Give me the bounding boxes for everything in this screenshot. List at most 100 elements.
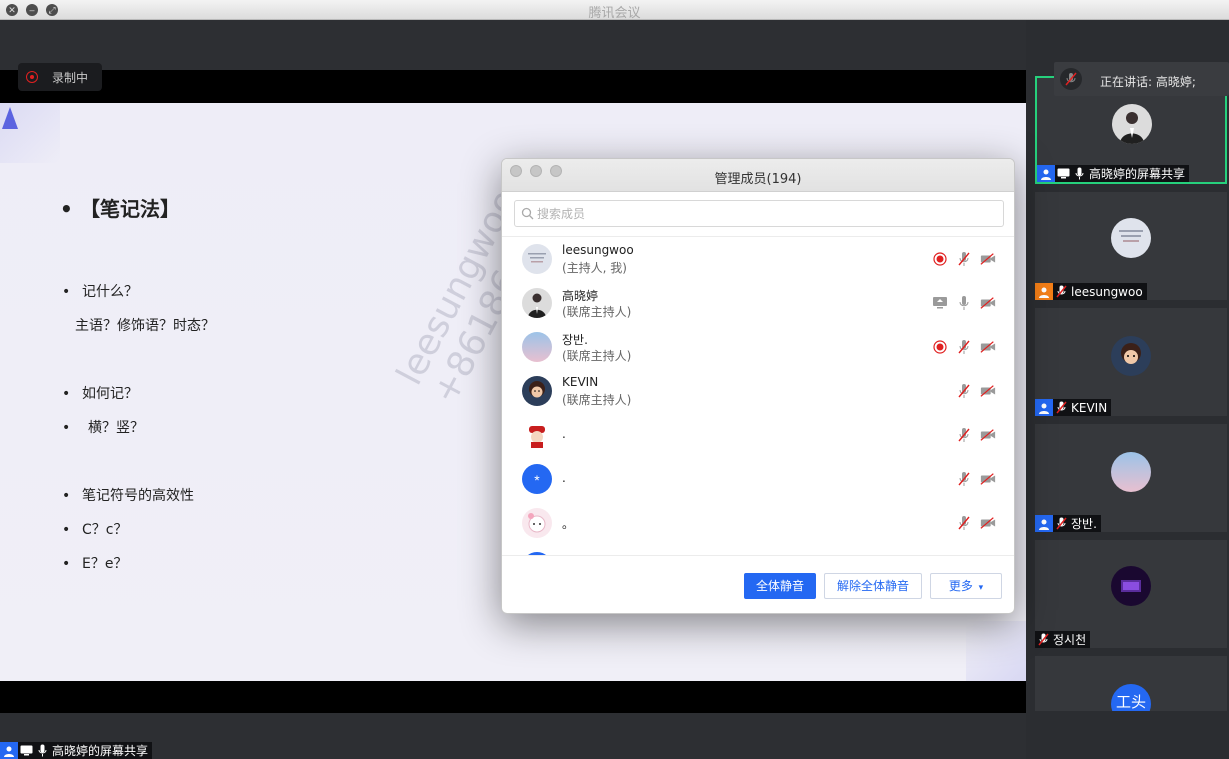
member-name: 장반. xyxy=(562,333,588,347)
participant-tile[interactable]: 工头 xyxy=(1035,656,1227,711)
dialog-title: 管理成员(194) xyxy=(714,172,802,187)
video-off-icon[interactable] xyxy=(980,514,996,532)
record-icon xyxy=(26,71,38,83)
video-off-icon[interactable] xyxy=(980,426,996,444)
member-status-icons xyxy=(956,382,996,400)
participant-tile[interactable]: leesungwoo xyxy=(1035,192,1227,300)
member-list[interactable]: leesungwoo (主持人, 我) 高晓婷 (联席主持人) 장반. (联席主… xyxy=(502,237,1014,555)
mic-muted-icon[interactable] xyxy=(956,470,972,488)
manage-members-dialog: 管理成员(194) leesungwoo (主持人, 我) 高晓婷 (联席主持人… xyxy=(501,158,1015,614)
slide-bullet: • 如何记？ xyxy=(62,386,138,402)
participant-tile[interactable]: 정시천 xyxy=(1035,540,1227,648)
member-row[interactable] xyxy=(502,545,1014,555)
recording-icon xyxy=(932,250,948,268)
stage-bottom-bar xyxy=(0,681,1026,713)
member-role: (联席主持人) xyxy=(562,305,632,319)
avatar xyxy=(522,376,552,406)
slide-triangle-decoration xyxy=(2,107,18,129)
mic-muted-icon[interactable] xyxy=(956,250,972,268)
person-icon xyxy=(1035,399,1053,416)
member-search-box[interactable] xyxy=(514,200,1004,227)
screen-share-icon xyxy=(1055,165,1071,182)
member-row[interactable]: leesungwoo (主持人, 我) xyxy=(502,237,1014,281)
tile-name-tag: leesungwoo xyxy=(1035,283,1147,300)
member-role: (主持人, 我) xyxy=(562,261,627,275)
more-label: 更多 xyxy=(948,579,973,593)
video-off-icon[interactable] xyxy=(980,470,996,488)
search-input[interactable] xyxy=(537,204,987,223)
video-off-icon[interactable] xyxy=(980,294,996,312)
tile-name-tag: KEVIN xyxy=(1035,399,1112,416)
avatar xyxy=(1111,566,1151,606)
more-button[interactable]: 更多 ▾ xyxy=(930,573,1002,599)
avatar xyxy=(522,244,552,274)
participant-tile[interactable]: KEVIN xyxy=(1035,308,1227,416)
dialog-titlebar: 管理成员(194) xyxy=(502,159,1014,192)
mic-muted-icon xyxy=(1053,283,1069,300)
member-status-icons xyxy=(956,514,996,532)
member-row[interactable]: . xyxy=(502,413,1014,457)
avatar xyxy=(1111,218,1151,258)
screen-share-icon xyxy=(18,742,34,759)
video-off-icon[interactable] xyxy=(980,382,996,400)
active-speaker-text: 正在讲话: 高晓婷; xyxy=(1100,75,1196,89)
window-title: 腾讯会议 xyxy=(588,6,641,21)
video-off-icon[interactable] xyxy=(980,338,996,356)
slide-subline: 主语？修饰语？时态？ xyxy=(75,318,215,334)
avatar-initials: 工头 xyxy=(1111,684,1151,711)
mic-muted-icon xyxy=(1053,515,1069,532)
member-status-icons xyxy=(956,470,996,488)
microphone-icon[interactable] xyxy=(956,294,972,312)
slide-bullet: • C？c？ xyxy=(62,522,128,538)
screen-share-name-tag: 高晓婷的屏幕共享 xyxy=(0,742,153,759)
mic-muted-icon[interactable] xyxy=(956,426,972,444)
avatar xyxy=(522,332,552,362)
mic-muted-icon xyxy=(1035,631,1051,648)
microphone-icon xyxy=(1071,165,1087,182)
member-name: leesungwoo xyxy=(562,243,634,257)
member-row[interactable]: 。 xyxy=(502,501,1014,545)
recording-indicator[interactable]: 录制中 xyxy=(18,63,102,91)
mute-all-button[interactable]: 全体静音 xyxy=(744,573,816,599)
recording-icon xyxy=(932,338,948,356)
avatar xyxy=(522,508,552,538)
avatar xyxy=(522,288,552,318)
tile-name-tag: 장반. xyxy=(1035,515,1101,532)
member-status-icons xyxy=(932,250,996,268)
mic-muted-icon[interactable] xyxy=(956,338,972,356)
member-name: 。 xyxy=(562,517,575,531)
recording-label: 录制中 xyxy=(52,71,89,85)
slide-bullet: • 记什么？ xyxy=(62,284,138,300)
video-off-icon[interactable] xyxy=(980,250,996,268)
person-icon xyxy=(1037,165,1055,182)
chevron-down-icon: ▾ xyxy=(978,583,984,593)
screen-share-label: 高晓婷的屏幕共享 xyxy=(52,744,149,758)
host-icon xyxy=(1035,283,1053,300)
participant-gallery: 高晓婷的屏幕共享 leesungwoo KEVIN 장반. 정시천 工头 正在讲… xyxy=(1026,20,1229,759)
unmute-all-button[interactable]: 解除全体静音 xyxy=(824,573,922,599)
member-name: . xyxy=(562,427,566,441)
member-row[interactable]: 장반. (联席主持人) xyxy=(502,325,1014,369)
member-role: (联席主持人) xyxy=(562,349,632,363)
microphone-icon xyxy=(34,742,50,759)
slide-title: • 【笔记法】 xyxy=(60,197,180,221)
member-status-icons xyxy=(956,426,996,444)
slide-bullet: • 笔记符号的高效性 xyxy=(62,488,194,504)
avatar xyxy=(522,420,552,450)
member-name: . xyxy=(562,471,566,485)
mic-muted-icon[interactable] xyxy=(956,382,972,400)
participant-tile[interactable]: 장반. xyxy=(1035,424,1227,532)
member-row[interactable]: 高晓婷 (联席主持人) xyxy=(502,281,1014,325)
slide-bullet: • E？e？ xyxy=(62,556,128,572)
member-row[interactable]: * . xyxy=(502,457,1014,501)
avatar: * xyxy=(522,464,552,494)
member-row[interactable]: KEVIN (联席主持人) xyxy=(502,369,1014,413)
avatar xyxy=(1112,104,1152,144)
person-icon xyxy=(1035,515,1053,532)
stage-top-bar xyxy=(0,70,1026,103)
window-titlebar: ✕ – ⤢ 腾讯会议 xyxy=(0,0,1229,21)
slide-bullet: • 横？竖？ xyxy=(62,420,144,436)
member-status-icons xyxy=(932,294,996,312)
member-role: (联席主持人) xyxy=(562,393,632,407)
mic-muted-icon[interactable] xyxy=(956,514,972,532)
